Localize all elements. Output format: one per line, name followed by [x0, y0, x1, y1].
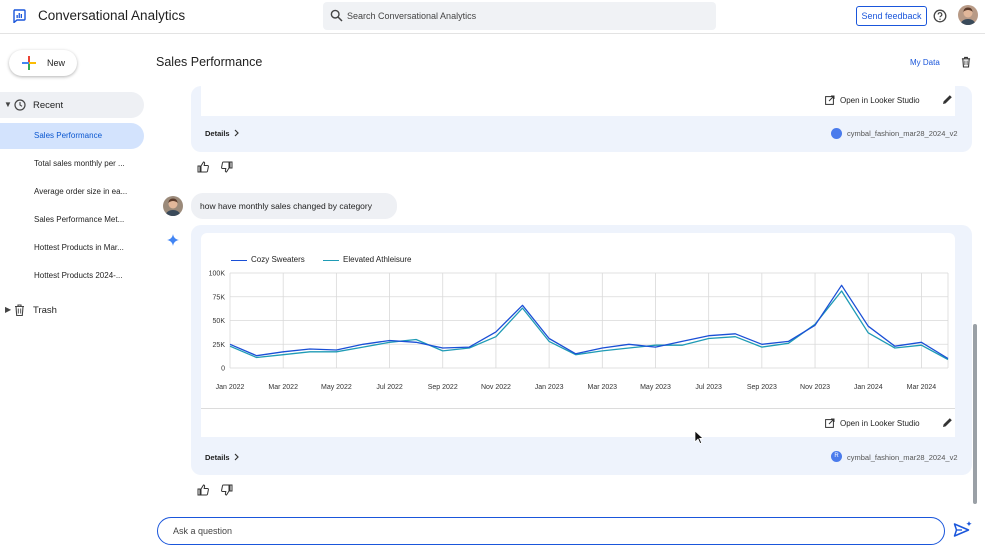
- x-tick-label: Jan 2023: [535, 384, 564, 391]
- top-bar: Conversational Analytics Send feedback: [0, 0, 985, 34]
- mouse-cursor-icon: [694, 430, 704, 444]
- monthly-sales-line-chart: 0 25K 50K 75K 100K Jan 2022 Mar 2022 May 2022 Ju…: [209, 271, 949, 391]
- sidebar-item-label: Total sales monthly per ...: [34, 159, 125, 168]
- edit-icon[interactable]: [942, 94, 953, 105]
- datasource-name: cymbal_fashion_mar28_2024_v2: [847, 453, 958, 462]
- y-tick-label: 0: [221, 366, 225, 373]
- thumbs-up-icon[interactable]: [197, 161, 209, 173]
- open-external-icon: [825, 95, 835, 105]
- legend-swatch-elevated-athleisure: [323, 260, 339, 262]
- sidebar-item-total-sales-monthly[interactable]: Total sales monthly per ...: [0, 151, 144, 177]
- previous-response-card: Open in Looker Studio Details cymbal_fas…: [191, 86, 972, 152]
- conversational-analytics-logo-icon: [13, 9, 26, 23]
- x-tick-label: Nov 2022: [481, 384, 511, 391]
- y-tick-label: 75K: [213, 294, 226, 301]
- send-icon[interactable]: [953, 520, 973, 540]
- legend-label-cozy-sweaters: Cozy Sweaters: [251, 255, 305, 264]
- datasource-name: cymbal_fashion_mar28_2024_v2: [847, 129, 958, 138]
- legend-label-elevated-athleisure: Elevated Athleisure: [343, 255, 412, 264]
- x-tick-label: May 2022: [321, 384, 352, 391]
- open-external-icon: [825, 418, 835, 428]
- sidebar-item-label: Sales Performance Met...: [34, 215, 125, 224]
- x-tick-label: Jan 2022: [216, 384, 245, 391]
- legend-swatch-cozy-sweaters: [231, 260, 247, 262]
- y-tick-label: 100K: [209, 271, 226, 278]
- x-tick-label: Sep 2022: [428, 384, 458, 391]
- recent-label: Recent: [33, 100, 64, 111]
- help-icon[interactable]: [933, 9, 947, 23]
- caret-down-icon: ▼: [4, 100, 12, 109]
- sidebar-item-sales-performance-met[interactable]: Sales Performance Met...: [0, 207, 144, 233]
- x-tick-label: Mar 2024: [907, 384, 937, 391]
- x-tick-label: Jul 2023: [695, 384, 722, 391]
- sidebar-item-sales-performance[interactable]: Sales Performance: [0, 123, 144, 149]
- search-icon: [330, 9, 343, 22]
- recent-section-toggle[interactable]: ▼ Recent: [0, 92, 144, 118]
- thumbs-down-icon[interactable]: [221, 484, 233, 496]
- thumbs-up-icon[interactable]: [197, 484, 209, 496]
- user-avatar: [163, 196, 183, 216]
- sidebar-item-label: Hottest Products in Mar...: [34, 243, 124, 252]
- y-tick-label: 50K: [213, 318, 226, 325]
- send-feedback-button[interactable]: Send feedback: [856, 6, 927, 26]
- scrollbar-thumb[interactable]: [973, 324, 977, 504]
- gemini-sparkle-icon: [167, 234, 179, 246]
- user-message-bubble: how have monthly sales changed by catego…: [191, 193, 397, 219]
- x-tick-label: Mar 2022: [268, 384, 298, 391]
- trash-icon: [15, 304, 24, 316]
- sidebar-item-label: Hottest Products 2024-...: [34, 271, 123, 280]
- account-avatar[interactable]: [958, 5, 978, 25]
- open-in-looker-studio-link[interactable]: Open in Looker Studio: [840, 419, 920, 428]
- search-input[interactable]: [347, 6, 707, 26]
- ask-question-bar[interactable]: [157, 517, 945, 545]
- search-bar[interactable]: [323, 2, 716, 30]
- delete-conversation-icon[interactable]: [961, 56, 971, 68]
- ask-question-input[interactable]: [173, 523, 933, 539]
- clock-icon: [14, 99, 26, 111]
- x-tick-label: Jan 2024: [854, 384, 883, 391]
- open-in-looker-studio-link[interactable]: Open in Looker Studio: [840, 96, 920, 105]
- y-tick-label: 25K: [213, 342, 226, 349]
- sidebar-item-average-order-size[interactable]: Average order size in ea...: [0, 179, 144, 205]
- datasource-icon: [831, 128, 842, 139]
- chart-footer-divider: [201, 408, 955, 409]
- details-toggle[interactable]: Details: [205, 129, 230, 138]
- datasource-icon: R: [831, 451, 842, 462]
- x-tick-label: Jul 2022: [376, 384, 403, 391]
- sidebar: New ▼ Recent Sales Performance Total sal…: [0, 34, 150, 550]
- caret-right-icon: ▶: [5, 305, 12, 314]
- edit-icon[interactable]: [942, 417, 953, 428]
- page-title: Sales Performance: [156, 55, 263, 69]
- sidebar-item-label: Average order size in ea...: [34, 187, 128, 196]
- plus-icon: [22, 56, 36, 70]
- x-tick-label: Sep 2023: [747, 384, 777, 391]
- trash-label: Trash: [33, 305, 57, 316]
- chevron-right-icon: [234, 129, 239, 137]
- my-data-link[interactable]: My Data: [910, 58, 940, 67]
- x-tick-label: Mar 2023: [588, 384, 618, 391]
- chevron-right-icon: [234, 453, 239, 461]
- new-button-label: New: [47, 58, 66, 68]
- x-tick-label: Nov 2023: [800, 384, 830, 391]
- app-title: Conversational Analytics: [38, 8, 186, 23]
- sidebar-item-label: Sales Performance: [34, 131, 103, 140]
- x-tick-label: May 2023: [640, 384, 671, 391]
- thumbs-down-icon[interactable]: [221, 161, 233, 173]
- trash-section-toggle[interactable]: ▶ Trash: [0, 297, 144, 323]
- details-toggle[interactable]: Details: [205, 453, 230, 462]
- sidebar-item-hottest-products-mar[interactable]: Hottest Products in Mar...: [0, 235, 144, 261]
- user-message-text: how have monthly sales changed by catego…: [200, 201, 372, 211]
- new-conversation-button[interactable]: New: [9, 50, 77, 76]
- sidebar-item-hottest-products-2024[interactable]: Hottest Products 2024-...: [0, 263, 144, 289]
- series-line-cozy-sweaters: [229, 284, 949, 360]
